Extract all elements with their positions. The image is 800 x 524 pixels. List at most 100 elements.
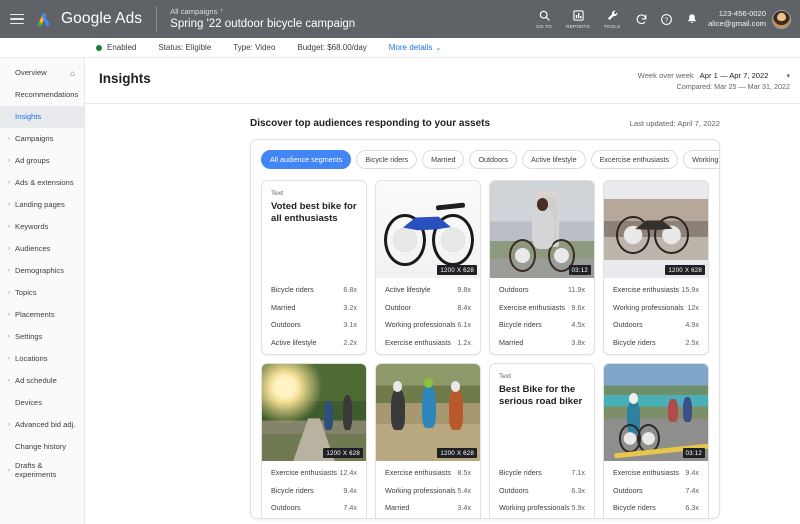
- avatar[interactable]: [772, 10, 791, 29]
- metric-value: 5.9x: [571, 503, 585, 512]
- date-range-label: Week over week: [638, 71, 694, 80]
- image-asset-thumbnail: 1200 X 628: [262, 364, 366, 461]
- metric-name: Outdoors: [271, 320, 301, 329]
- notifications-bell-icon[interactable]: [679, 13, 704, 25]
- sidebar-item-landing-pages[interactable]: ›Landing pages: [0, 194, 84, 216]
- asset-card[interactable]: 03:12Outdoors11.9xExercise enthusiasts9.…: [489, 180, 595, 355]
- sidebar-item-advanced-bid-adj[interactable]: ›Advanced bid adj.: [0, 414, 84, 436]
- refresh-icon[interactable]: [629, 13, 654, 26]
- sidebar-item-ad-groups[interactable]: ›Ad groups: [0, 150, 84, 172]
- date-range-selector[interactable]: Week over week Apr 1 — Apr 7, 2022 ▾ Com…: [638, 71, 790, 91]
- sidebar-item-recommendations[interactable]: Recommendations: [0, 84, 84, 106]
- metric-name: Outdoors: [499, 486, 529, 495]
- sidebar-item-settings[interactable]: ›Settings: [0, 326, 84, 348]
- metric-value: 4.5x: [571, 320, 585, 329]
- goto-search-button[interactable]: GO TO: [527, 9, 561, 29]
- audience-metric-list: Exercise enthusiasts12.4xBicycle riders9…: [262, 461, 366, 519]
- sidebar-item-insights[interactable]: Insights: [0, 106, 84, 128]
- asset-headline: Best Bike for the serious road biker: [499, 384, 585, 409]
- sidebar-item-devices[interactable]: Devices: [0, 392, 84, 414]
- sidebar-item-label: Ad groups: [15, 157, 50, 166]
- sidebar-item-label: Placements: [15, 311, 55, 320]
- sidebar-item-overview[interactable]: Overview ⌂: [0, 62, 84, 84]
- metric-value: 8.4x: [457, 303, 471, 312]
- asset-card[interactable]: TextBest Bike for the serious road biker…: [489, 363, 595, 519]
- asset-card[interactable]: 03:12Exercise enthusiasts9.4xOutdoors7.4…: [603, 363, 709, 519]
- metric-row: Bicycle riders2.5x: [613, 334, 699, 352]
- tools-button[interactable]: TOOLS: [595, 9, 629, 29]
- chip-bicycle-riders[interactable]: Bicycle riders: [356, 150, 417, 169]
- metric-row: Outdoors2.9x: [385, 517, 471, 520]
- expand-arrow-icon: ›: [8, 202, 15, 208]
- sidebar-item-label: Devices: [15, 399, 42, 408]
- metric-value: 6.8x: [343, 285, 357, 294]
- metric-value: 9.4x: [685, 468, 699, 477]
- metric-row: Married 3.8x: [499, 334, 585, 352]
- sidebar-item-demographics[interactable]: ›Demographics: [0, 260, 84, 282]
- metric-name: Bicycle riders: [613, 338, 656, 347]
- sidebar-item-label: Overview: [15, 69, 47, 78]
- asset-card[interactable]: 1200 X 628Exercise enthusiasts8.5xWorkin…: [375, 363, 481, 519]
- hamburger-menu-icon[interactable]: [10, 11, 24, 28]
- metric-row: Bicycle riders4.5x: [499, 316, 585, 334]
- asset-card[interactable]: 1200 X 628Active lifestyle9.8xOutdoor8.4…: [375, 180, 481, 355]
- metric-value: 8.5x: [457, 468, 471, 477]
- sidebar-item-campaigns[interactable]: ›Campaigns: [0, 128, 84, 150]
- asset-card[interactable]: 1200 X 628Exercise enthusiasts12.4xBicyc…: [261, 363, 367, 519]
- sidebar-item-change-history[interactable]: Change history: [0, 436, 84, 458]
- metric-name: Exercise enthusiasts: [613, 468, 679, 477]
- sidebar-item-topics[interactable]: ›Topics: [0, 282, 84, 304]
- breadcrumb[interactable]: All campaigns ›: [170, 7, 355, 16]
- sidebar-item-label: Demographics: [15, 267, 64, 276]
- account-info[interactable]: 123-456-0020 alice@gmail.com: [708, 9, 766, 30]
- metric-value: 3.8x: [571, 338, 585, 347]
- chip-active-lifestyle[interactable]: Active lifestyle: [522, 150, 586, 169]
- sidebar-item-locations[interactable]: ›Locations: [0, 348, 84, 370]
- expand-arrow-icon: ›: [8, 334, 15, 340]
- help-icon[interactable]: ?: [654, 13, 679, 26]
- metric-row: Outdoors11.9x: [499, 281, 585, 299]
- metric-name: Working professionals: [613, 303, 684, 312]
- insights-panel: All audience segments Bicycle riders Marri…: [250, 139, 720, 519]
- metric-name: Bicycle riders: [271, 486, 314, 495]
- chip-excercise-enthusiasts[interactable]: Excercise enthusiasts: [591, 150, 679, 169]
- chip-married[interactable]: Married: [422, 150, 464, 169]
- metric-row: Working professionals4.4x: [613, 517, 699, 520]
- app-title: Google Ads: [61, 10, 142, 28]
- sidebar-item-label: Ad schedule: [15, 377, 57, 386]
- sidebar-item-label: Landing pages: [15, 201, 65, 210]
- sidebar-item-placements[interactable]: ›Placements: [0, 304, 84, 326]
- metric-name: Working professionals: [499, 503, 570, 512]
- metric-value: 6.1x: [457, 320, 471, 329]
- image-asset-thumbnail: 1200 X 628: [376, 364, 480, 461]
- metric-value: 6.3x: [571, 486, 585, 495]
- insights-section-title: Discover top audiences responding to you…: [250, 118, 490, 129]
- sidebar-item-label: Settings: [15, 333, 42, 342]
- asset-card[interactable]: 1200 X 628Exercise enthusiasts15.9xWorki…: [603, 180, 709, 355]
- metric-name: Married: [499, 338, 523, 347]
- sidebar-item-ads-extensions[interactable]: ›Ads & extensions: [0, 172, 84, 194]
- text-asset-preview: TextBest Bike for the serious road biker: [490, 364, 594, 461]
- chevron-down-icon[interactable]: ▾: [786, 72, 790, 80]
- home-icon[interactable]: ⌂: [70, 69, 75, 78]
- expand-arrow-icon: ›: [8, 268, 15, 274]
- chip-all-audience-segments[interactable]: All audience segments: [261, 150, 351, 169]
- metric-value: 1.2x: [457, 338, 471, 347]
- metric-name: Outdoors: [613, 320, 643, 329]
- more-details-link[interactable]: More details ⌄: [389, 43, 441, 52]
- chip-outdoors[interactable]: Outdoors: [469, 150, 517, 169]
- metric-row: Outdoor8.4x: [385, 299, 471, 317]
- reports-button[interactable]: REPORTS: [561, 9, 595, 29]
- sidebar-item-ad-schedule[interactable]: ›Ad schedule: [0, 370, 84, 392]
- metric-name: Outdoors: [613, 486, 643, 495]
- metric-row: Married3.4x: [385, 499, 471, 517]
- sidebar-item-keywords[interactable]: ›Keywords: [0, 216, 84, 238]
- tools-label: TOOLS: [604, 24, 621, 29]
- sidebar-item-audiences[interactable]: ›Audiences: [0, 238, 84, 260]
- expand-arrow-icon: ›: [8, 136, 15, 142]
- asset-card[interactable]: TextVoted best bike for all enthusiastsB…: [261, 180, 367, 355]
- account-id: 123-456-0020: [708, 9, 766, 19]
- chip-working-professionals[interactable]: Working professionals: [683, 150, 720, 169]
- sidebar-item-drafts-experiments[interactable]: ›Drafts & experiments: [0, 458, 84, 484]
- audience-metric-list: Outdoors11.9xExercise enthusiasts9.6xBic…: [490, 278, 594, 354]
